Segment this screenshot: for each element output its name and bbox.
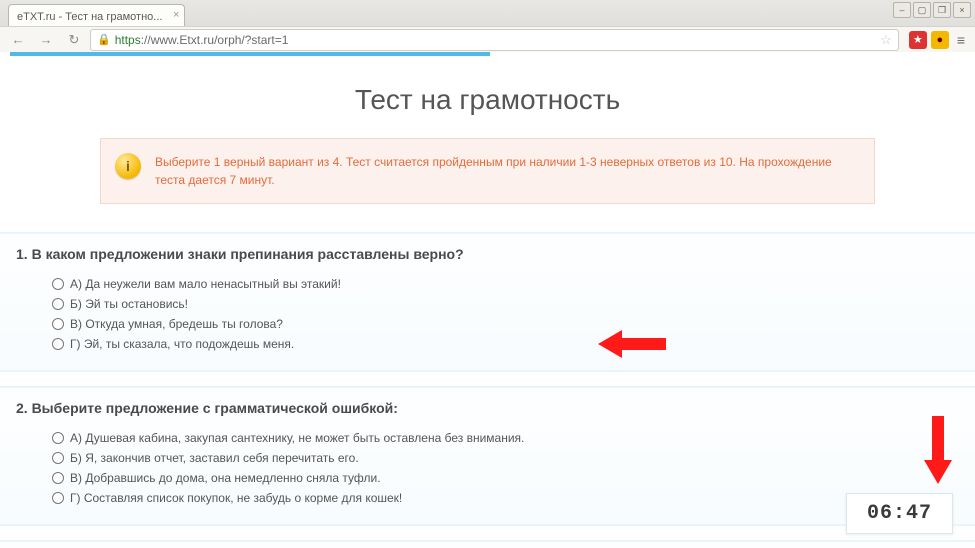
question-option[interactable]: А) Да неужели вам мало ненасытный вы эта… bbox=[52, 274, 959, 294]
radio-input[interactable] bbox=[52, 472, 64, 484]
option-label: Г) Эй, ты сказала, что подождешь меня. bbox=[70, 337, 294, 351]
option-label: Г) Составляя список покупок, не забудь о… bbox=[70, 491, 402, 505]
url-rest: ://www.Etxt.ru/orph/?start=1 bbox=[141, 33, 289, 47]
maximize-button[interactable]: ▢ bbox=[913, 2, 931, 18]
extension-icons: ★ ● bbox=[909, 31, 949, 49]
radio-input[interactable] bbox=[52, 298, 64, 310]
question-options: А) Да неужели вам мало ненасытный вы эта… bbox=[16, 274, 959, 354]
address-row: ← → ↻ 🔒 https://www.Etxt.ru/orph/?start=… bbox=[0, 26, 975, 52]
tab-title: eTXT.ru - Тест на грамотно... bbox=[17, 11, 162, 23]
radio-input[interactable] bbox=[52, 338, 64, 350]
info-icon: i bbox=[115, 153, 141, 179]
browser-tab[interactable]: eTXT.ru - Тест на грамотно... × bbox=[8, 4, 185, 26]
option-label: А) Да неужели вам мало ненасытный вы эта… bbox=[70, 277, 341, 291]
page-title: Тест на грамотность bbox=[0, 56, 975, 138]
tab-strip: eTXT.ru - Тест на грамотно... × – ▢ ❐ × bbox=[0, 0, 975, 26]
question-option[interactable]: Б) Эй ты остановись! bbox=[52, 294, 959, 314]
bookmark-icon[interactable]: ☆ bbox=[880, 32, 892, 48]
extension-icon[interactable]: ★ bbox=[909, 31, 927, 49]
question-option[interactable]: В) Откуда умная, бредешь ты голова? bbox=[52, 314, 959, 334]
question-option[interactable]: А) Душевая кабина, закупая сантехнику, н… bbox=[52, 428, 959, 448]
question-block: 2. Выберите предложение с грамматической… bbox=[0, 386, 975, 526]
option-label: В) Откуда умная, бредешь ты голова? bbox=[70, 317, 283, 331]
radio-input[interactable] bbox=[52, 492, 64, 504]
forward-button[interactable]: → bbox=[34, 30, 58, 50]
close-window-button[interactable]: × bbox=[953, 2, 971, 18]
question-option[interactable]: Г) Эй, ты сказала, что подождешь меня. bbox=[52, 334, 959, 354]
menu-icon[interactable]: ≡ bbox=[953, 32, 969, 48]
browser-chrome: eTXT.ru - Тест на грамотно... × – ▢ ❐ × … bbox=[0, 0, 975, 52]
minimize-button[interactable]: – bbox=[893, 2, 911, 18]
radio-input[interactable] bbox=[52, 278, 64, 290]
option-label: Б) Эй ты остановись! bbox=[70, 297, 188, 311]
question-options: А) Душевая кабина, закупая сантехнику, н… bbox=[16, 428, 959, 508]
question-block: 1. В каком предложении знаки препинания … bbox=[0, 232, 975, 372]
questions-container: 1. В каком предложении знаки препинания … bbox=[0, 232, 975, 548]
radio-input[interactable] bbox=[52, 432, 64, 444]
page-body: Тест на грамотность i Выберите 1 верный … bbox=[0, 52, 975, 548]
option-label: А) Душевая кабина, закупая сантехнику, н… bbox=[70, 431, 524, 445]
lock-icon: 🔒 bbox=[97, 33, 111, 46]
question-option[interactable]: Г) Составляя список покупок, не забудь о… bbox=[52, 488, 959, 508]
radio-input[interactable] bbox=[52, 318, 64, 330]
notice-text: Выберите 1 верный вариант из 4. Тест счи… bbox=[155, 155, 832, 187]
question-option[interactable]: В) Добравшись до дома, она немедленно сн… bbox=[52, 468, 959, 488]
address-bar[interactable]: 🔒 https://www.Etxt.ru/orph/?start=1 ☆ bbox=[90, 29, 899, 51]
question-option[interactable]: Б) Я, закончив отчет, заставил себя пере… bbox=[52, 448, 959, 468]
reload-button[interactable]: ↻ bbox=[62, 30, 86, 50]
notice-box: i Выберите 1 верный вариант из 4. Тест с… bbox=[100, 138, 875, 204]
url-scheme: https bbox=[115, 33, 141, 47]
option-label: Б) Я, закончив отчет, заставил себя пере… bbox=[70, 451, 359, 465]
radio-input[interactable] bbox=[52, 452, 64, 464]
extension-icon[interactable]: ● bbox=[931, 31, 949, 49]
close-icon[interactable]: × bbox=[173, 9, 179, 21]
restore-button[interactable]: ❐ bbox=[933, 2, 951, 18]
option-label: В) Добравшись до дома, она немедленно сн… bbox=[70, 471, 381, 485]
window-controls: – ▢ ❐ × bbox=[893, 2, 971, 18]
timer: 06:47 bbox=[846, 493, 953, 534]
question-title: 1. В каком предложении знаки препинания … bbox=[16, 246, 959, 262]
question-block: 3. Выберите правильный вариант написания… bbox=[0, 540, 975, 548]
back-button[interactable]: ← bbox=[6, 30, 30, 50]
question-title: 2. Выберите предложение с грамматической… bbox=[16, 400, 959, 416]
